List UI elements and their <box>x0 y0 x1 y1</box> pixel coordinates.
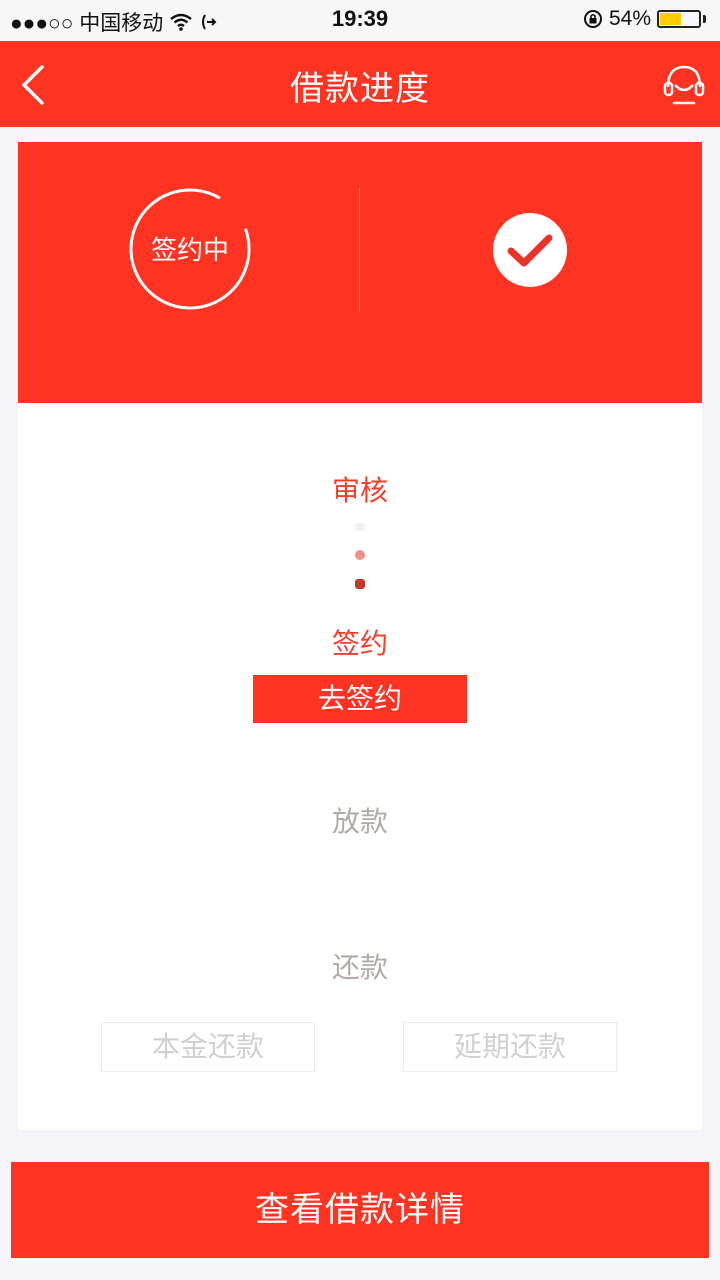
page-title: 借款进度 <box>290 69 430 109</box>
status-banner: 签约中 <box>18 142 702 403</box>
battery-icon <box>657 10 701 28</box>
view-loan-details-button[interactable]: 查看借款详情 <box>11 1162 709 1258</box>
status-bar: ●●●○○ 中国移动 19:39 54% <box>0 0 720 40</box>
battery-fill <box>660 13 681 25</box>
step-review: 审核 <box>331 474 388 507</box>
principal-repay-button[interactable]: 本金还款 <box>101 1022 315 1072</box>
step-sign: 签约 <box>331 627 388 660</box>
extension-repay-button[interactable]: 延期还款 <box>403 1022 617 1072</box>
step-disburse: 放款 <box>331 805 388 838</box>
go-sign-button[interactable]: 去签约 <box>253 675 467 723</box>
status-right: 54% <box>583 7 706 31</box>
step-repay: 还款 <box>331 951 388 984</box>
battery-tip <box>703 15 706 23</box>
check-circle-icon <box>493 213 567 287</box>
progress-card: 审核 签约 去签约 放款 还款 本金还款 延期还款 <box>18 403 702 1130</box>
connector-dot <box>355 550 365 560</box>
connector-dot <box>355 522 365 532</box>
banner-divider <box>359 188 360 312</box>
rotation-lock-icon <box>583 10 602 28</box>
navbar: 借款进度 <box>0 41 720 127</box>
battery-percent: 54% <box>608 7 651 30</box>
status-text: 签约中 <box>150 236 229 266</box>
connector-dot <box>355 579 365 589</box>
customer-service-button[interactable] <box>662 63 706 107</box>
headset-icon <box>663 65 705 105</box>
